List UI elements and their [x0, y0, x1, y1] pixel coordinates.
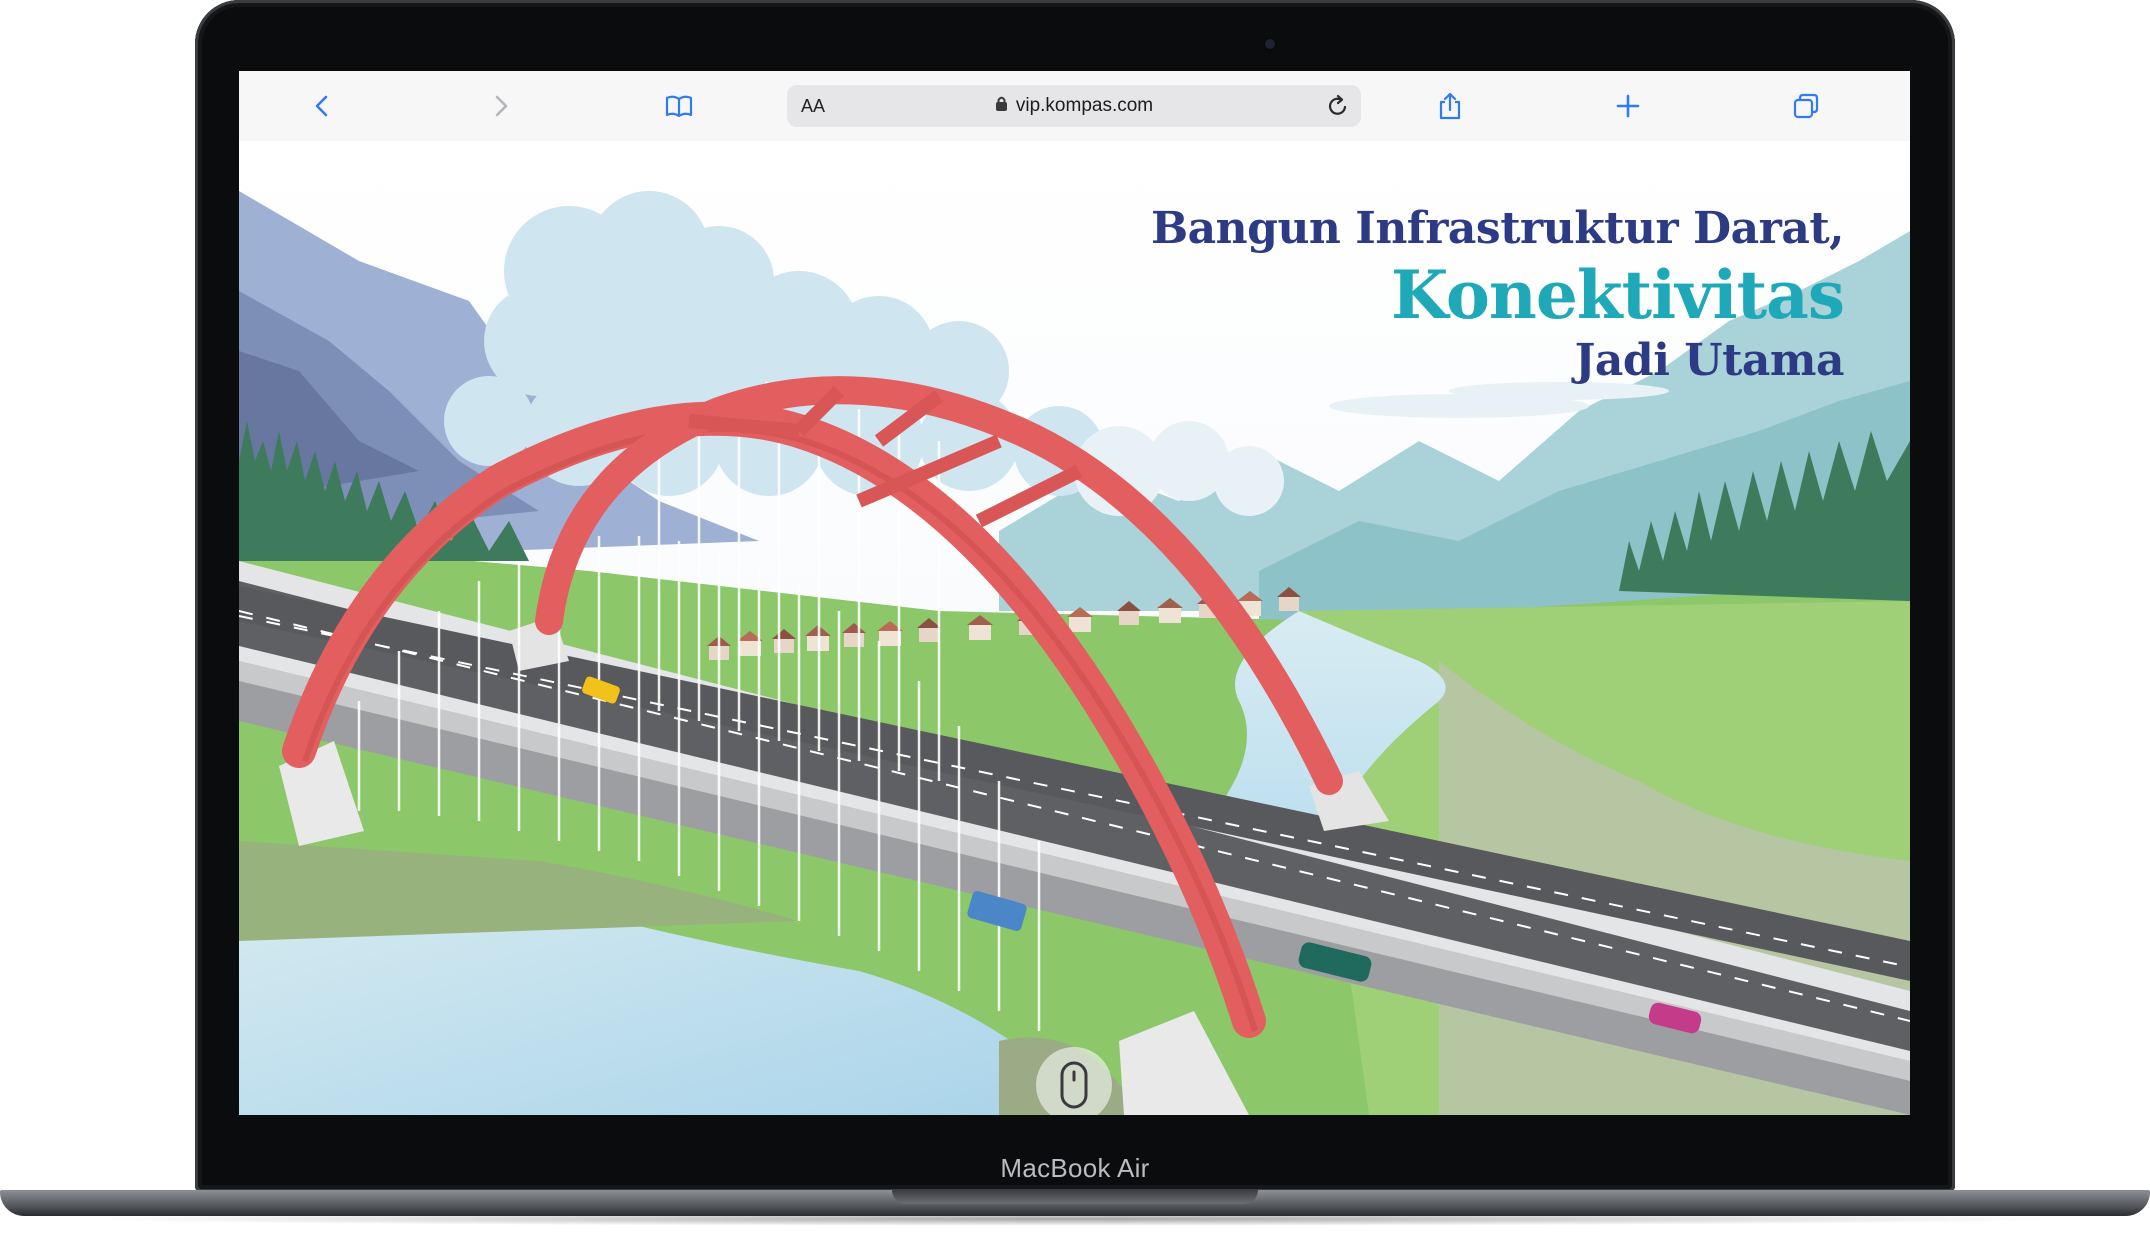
mouse-icon	[1060, 1061, 1088, 1109]
headline-line-2: Konektivitas	[1390, 256, 1845, 334]
new-tab-icon	[1616, 94, 1640, 118]
forward-button[interactable]	[479, 85, 521, 127]
forward-icon	[495, 95, 508, 117]
tabs-overview-button[interactable]	[1785, 85, 1827, 127]
bookmarks-button[interactable]	[658, 85, 700, 127]
screen: AA vip.kompas.com Bangun Infrastruktur D…	[239, 71, 1910, 1115]
back-button[interactable]	[302, 85, 344, 127]
page-headline: Bangun Infrastruktur Darat, Konektivitas…	[1150, 201, 1845, 389]
lock-icon	[995, 96, 1007, 111]
browser-toolbar: AA vip.kompas.com	[239, 71, 1910, 142]
device-label: MacBook Air	[1000, 1153, 1150, 1183]
tabs-icon	[1793, 93, 1819, 119]
page-content: Bangun Infrastruktur Darat, Konektivitas…	[239, 141, 1910, 1115]
address-bar[interactable]: AA vip.kompas.com	[787, 85, 1361, 127]
headline-line-1: Bangun Infrastruktur Darat,	[1150, 203, 1845, 254]
share-button[interactable]	[1429, 85, 1471, 127]
new-tab-button[interactable]	[1607, 85, 1649, 127]
reload-icon[interactable]	[1323, 91, 1353, 121]
url-text: vip.kompas.com	[1015, 95, 1154, 116]
bookmarks-icon	[665, 95, 693, 118]
camera	[1265, 39, 1275, 49]
back-icon	[315, 95, 328, 117]
laptop-notch	[892, 1190, 1258, 1204]
headline-line-3: Jadi Utama	[1574, 335, 1845, 386]
scroll-hint-button[interactable]	[1036, 1047, 1112, 1115]
share-icon	[1439, 92, 1461, 120]
